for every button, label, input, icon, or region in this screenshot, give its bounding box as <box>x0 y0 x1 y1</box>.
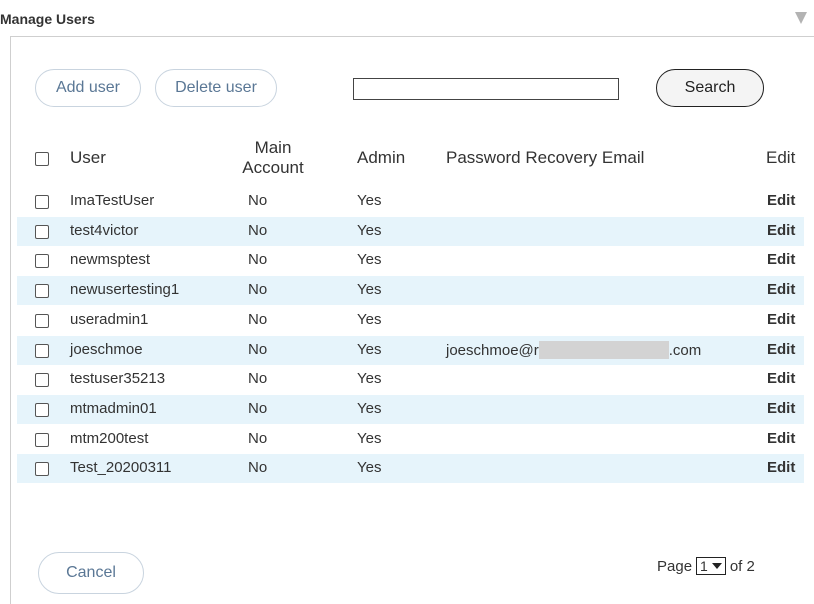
page-title: Manage Users <box>0 11 95 27</box>
main-account-cell: No <box>248 222 268 239</box>
row-checkbox[interactable] <box>35 254 49 268</box>
user-name-cell: newmsptest <box>70 251 151 268</box>
table-row: newusertesting1 No Yes Edit <box>17 276 804 305</box>
row-checkbox[interactable] <box>35 195 49 209</box>
admin-cell: Yes <box>357 222 382 239</box>
email-visible-suffix: .com <box>668 342 702 359</box>
page-select[interactable]: 1 <box>696 557 726 575</box>
pagination: Page 1 of 2 <box>657 557 755 575</box>
edit-link[interactable]: Edit <box>767 311 795 328</box>
table-row: newmsptest No Yes Edit <box>17 246 804 275</box>
main-account-cell: No <box>248 459 268 476</box>
select-all-checkbox[interactable] <box>35 152 49 166</box>
edit-link[interactable]: Edit <box>767 430 795 447</box>
user-name-cell: Test_20200311 <box>70 459 172 476</box>
admin-cell: Yes <box>357 192 382 209</box>
edit-link[interactable]: Edit <box>767 251 795 268</box>
row-checkbox[interactable] <box>35 462 49 476</box>
edit-link[interactable]: Edit <box>767 370 795 387</box>
user-name-cell: useradmin1 <box>70 311 149 328</box>
admin-cell: Yes <box>357 251 382 268</box>
table-row: mtm200test No Yes Edit <box>17 425 804 454</box>
table-row: mtmadmin01 No Yes Edit <box>17 395 804 424</box>
chevron-down-icon <box>711 563 722 569</box>
column-header-admin: Admin <box>357 148 406 167</box>
email-visible-prefix: joeschmoe@r <box>446 342 539 359</box>
collapse-triangle-icon[interactable] <box>795 12 807 24</box>
page-label: Page <box>657 557 693 575</box>
admin-cell: Yes <box>357 341 382 358</box>
admin-cell: Yes <box>357 370 382 387</box>
main-account-cell: No <box>248 400 268 417</box>
main-account-cell: No <box>248 281 268 298</box>
row-checkbox[interactable] <box>35 403 49 417</box>
column-header-recovery-email: Password Recovery Email <box>446 148 645 167</box>
edit-link[interactable]: Edit <box>767 400 795 417</box>
main-account-cell: No <box>248 370 268 387</box>
user-name-cell: mtmadmin01 <box>70 400 157 417</box>
edit-link[interactable]: Edit <box>767 192 795 209</box>
edit-link[interactable]: Edit <box>767 459 795 476</box>
delete-user-button[interactable]: Delete user <box>155 69 277 107</box>
table-row: testuser35213 No Yes Edit <box>17 365 804 394</box>
page-count: of 2 <box>729 557 755 575</box>
page-select-value: 1 <box>700 558 708 574</box>
user-name-cell: ImaTestUser <box>70 192 155 209</box>
table-row: joeschmoe No Yes joeschmoe@r .com Edit <box>17 336 804 365</box>
edit-link[interactable]: Edit <box>767 222 795 239</box>
main-account-cell: No <box>248 430 268 447</box>
search-input[interactable] <box>353 78 619 100</box>
table-row: useradmin1 No Yes Edit <box>17 306 804 335</box>
table-row: ImaTestUser No Yes Edit <box>17 187 804 216</box>
row-checkbox[interactable] <box>35 433 49 447</box>
main-account-cell: No <box>248 341 268 358</box>
edit-link[interactable]: Edit <box>767 341 795 358</box>
row-checkbox[interactable] <box>35 225 49 239</box>
column-header-user: User <box>70 148 106 167</box>
main-account-cell: No <box>248 311 268 328</box>
row-checkbox[interactable] <box>35 314 49 328</box>
row-checkbox[interactable] <box>35 284 49 298</box>
admin-cell: Yes <box>357 281 382 298</box>
recovery-email-cell: joeschmoe@r .com <box>446 341 701 359</box>
edit-link[interactable]: Edit <box>767 281 795 298</box>
user-name-cell: testuser35213 <box>70 370 166 387</box>
user-name-cell: test4victor <box>70 222 139 239</box>
main-account-cell: No <box>248 192 268 209</box>
row-checkbox[interactable] <box>35 344 49 358</box>
add-user-button[interactable]: Add user <box>35 69 141 107</box>
title-bar: Manage Users <box>0 0 814 36</box>
user-name-cell: mtm200test <box>70 430 149 447</box>
admin-cell: Yes <box>357 311 382 328</box>
main-account-cell: No <box>248 251 268 268</box>
redaction-block <box>538 341 669 359</box>
cancel-button[interactable]: Cancel <box>38 552 144 594</box>
table-row: Test_20200311 No Yes Edit <box>17 454 804 483</box>
user-name-cell: newusertesting1 <box>70 281 180 298</box>
admin-cell: Yes <box>357 430 382 447</box>
admin-cell: Yes <box>357 459 382 476</box>
search-button[interactable]: Search <box>656 69 764 107</box>
column-header-main-account: Main Account <box>242 138 304 177</box>
table-row: test4victor No Yes Edit <box>17 217 804 246</box>
user-name-cell: joeschmoe <box>70 341 143 358</box>
admin-cell: Yes <box>357 400 382 417</box>
row-checkbox[interactable] <box>35 373 49 387</box>
column-header-edit: Edit <box>766 148 796 167</box>
